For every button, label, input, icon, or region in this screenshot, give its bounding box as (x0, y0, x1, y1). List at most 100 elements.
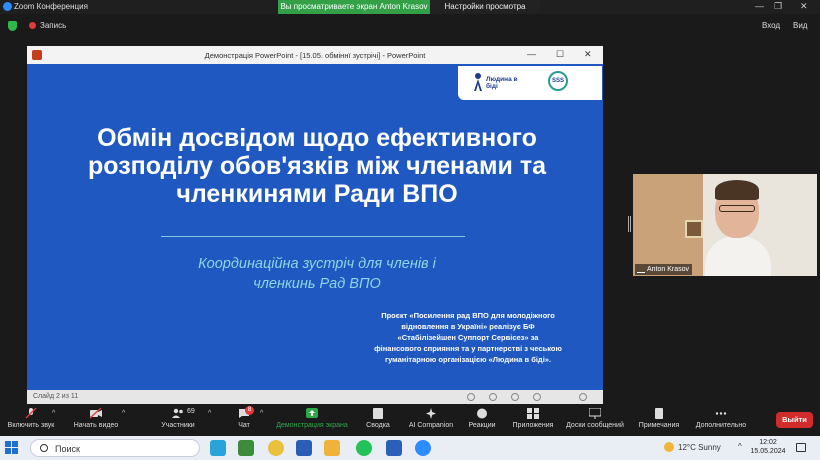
view-options-button[interactable]: Настройки просмотра (430, 0, 540, 14)
leave-button[interactable]: Выйти (776, 412, 813, 428)
view-sorter-icon[interactable] (489, 393, 497, 401)
slide-title-line: розподілу обов'язків між членами та (87, 152, 547, 180)
maximize-icon[interactable]: ❐ (774, 1, 782, 12)
reactions-label: Реакции (468, 422, 496, 429)
ai-companion-button[interactable]: AI Companion (404, 406, 458, 429)
recording-icon (29, 22, 36, 29)
zoom-logo-icon (3, 2, 12, 11)
summary-button[interactable]: Сводка (362, 406, 394, 429)
pin-logo-icon (474, 73, 482, 91)
more-label: Дополнительно (695, 422, 747, 429)
tray-overflow-icon[interactable]: ^ (738, 442, 742, 451)
view-reading-icon[interactable] (511, 393, 519, 401)
view-normal-icon[interactable] (467, 393, 475, 401)
security-shield-icon[interactable] (8, 21, 17, 31)
participants-count: 69 (187, 408, 195, 415)
chrome-icon[interactable] (268, 440, 284, 456)
ppt-window-title: Демонстрація PowerPoint - [15.05. обмінн… (204, 51, 426, 60)
zoom-taskbar-icon[interactable] (415, 440, 431, 456)
audio-options-caret-icon[interactable]: ^ (52, 410, 55, 417)
video-options-caret-icon[interactable]: ^ (122, 410, 125, 417)
participants-icon (172, 408, 183, 418)
notes-icon (655, 408, 663, 419)
weather-sun-icon (664, 442, 674, 452)
ppt-status-bar: Слайд 2 из 11 (27, 390, 603, 404)
more-dots-icon (715, 412, 727, 415)
start-video-button[interactable]: Начать видео (70, 406, 122, 429)
panel-resize-handle[interactable] (628, 216, 631, 232)
notification-icon[interactable] (796, 443, 806, 452)
ppt-minimize-icon[interactable]: — (527, 49, 536, 59)
reactions-icon (477, 408, 487, 419)
view-slideshow-icon[interactable] (533, 393, 541, 401)
slide-title-line: членкинями Ради ВПО (176, 180, 458, 208)
project-description: Проєкт «Посилення рад ВПО для молодіжног… (374, 311, 562, 364)
layout-button[interactable]: Вид (793, 21, 807, 30)
participant-glasses (719, 205, 755, 212)
file-explorer-icon[interactable] (324, 440, 340, 456)
share-screen-label: Демонстрация экрана (276, 422, 348, 429)
taskbar-clock[interactable]: 12:02 15.05.2024 (748, 438, 788, 456)
weather-text: 12°C Sunny (678, 443, 721, 452)
sss-logo: SSS (548, 71, 568, 91)
share-screen-button[interactable]: Демонстрация экрана (272, 406, 352, 429)
slide-subtitle-line: Координаційна зустріч для членів і (198, 256, 436, 272)
close-icon[interactable]: ✕ (800, 1, 808, 12)
whiteboards-label: Доски сообщений (566, 422, 624, 429)
ai-sparkle-icon (426, 408, 436, 419)
ppt-titlebar: Демонстрація PowerPoint - [15.05. обмінн… (27, 46, 603, 64)
recording-label: Запись (40, 21, 67, 30)
notes-label: Примечания (638, 422, 680, 429)
share-banner: Вы просматриваете экран Anton Krasov Нас… (278, 0, 540, 14)
taskbar-app-icon[interactable] (238, 440, 254, 456)
notes-button[interactable]: Примечания (636, 406, 682, 429)
more-button[interactable]: Дополнительно (692, 406, 750, 429)
windows-start-icon[interactable] (5, 441, 19, 455)
windows-taskbar: Поиск 12°C Sunny ^ 12:02 15.05.2024 (0, 436, 820, 460)
reactions-button[interactable]: Реакции (464, 406, 500, 429)
chat-caret-icon[interactable]: ^ (260, 410, 263, 417)
presentation-slide: Людина в біді SSS Обмін досвідом щодо еф… (27, 64, 603, 390)
unmute-button[interactable]: Включить звук (4, 406, 58, 429)
taskbar-search-box[interactable]: Поиск (30, 439, 200, 457)
search-icon (40, 444, 48, 452)
summary-icon (373, 408, 383, 419)
apps-icon (527, 408, 539, 419)
clock-time: 12:02 (759, 439, 777, 446)
telegram-icon[interactable] (210, 440, 226, 456)
participant-name: Anton Krasov (647, 266, 690, 273)
taskbar-app-icon[interactable] (296, 440, 312, 456)
clock-date: 15.05.2024 (750, 448, 786, 455)
picture-frame (685, 220, 703, 238)
taskbar-search-placeholder: Поиск (55, 444, 80, 454)
unmute-label: Включить звук (7, 422, 55, 429)
meeting-bar: Запись Вход Вид (0, 14, 820, 40)
whatsapp-icon[interactable] (356, 440, 372, 456)
participants-caret-icon[interactable]: ^ (208, 410, 211, 417)
slide-title-line: Обмін досвідом щодо ефективного (97, 124, 537, 152)
whiteboards-button[interactable]: Доски сообщений (562, 406, 628, 429)
ppt-close-icon[interactable]: ✕ (584, 49, 592, 60)
share-banner-message: Вы просматриваете экран Anton Krasov (278, 0, 430, 14)
view-button[interactable]: Вход (762, 21, 780, 30)
zoom-fit-icon[interactable] (579, 393, 587, 401)
meeting-toolbar: Включить звук ^ Начать видео ^ Участники… (0, 404, 820, 436)
apps-label: Приложения (512, 422, 554, 429)
slide-subtitle-line: членкинь Рад ВПО (253, 276, 381, 292)
word-icon[interactable] (386, 440, 402, 456)
people-in-need-logo-text: Людина в біді (486, 76, 518, 90)
participants-label: Участники (161, 422, 195, 429)
participant-video-tile[interactable]: Anton Krasov (633, 174, 817, 276)
chat-unread-badge: 8 (245, 406, 254, 415)
slide-subtitle: Координаційна зустріч для членів і членк… (107, 254, 527, 294)
ai-companion-label: AI Companion (408, 422, 454, 429)
share-screen-icon (306, 408, 318, 418)
slide-title: Обмін досвідом щодо ефективного розподіл… (67, 124, 567, 208)
minimize-icon[interactable]: — (755, 1, 764, 11)
apps-button[interactable]: Приложения (510, 406, 556, 429)
video-off-icon (90, 408, 102, 419)
whiteboard-icon (589, 408, 601, 419)
participant-name-tag: Anton Krasov (635, 264, 693, 275)
ppt-maximize-icon[interactable]: ☐ (556, 49, 564, 60)
slide-counter: Слайд 2 из 11 (33, 393, 79, 400)
